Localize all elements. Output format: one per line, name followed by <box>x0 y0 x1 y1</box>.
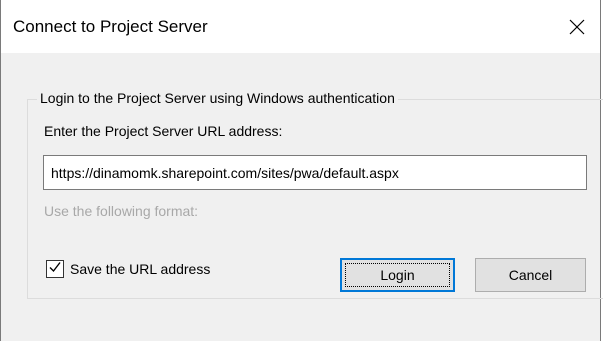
format-hint: Use the following format: <box>44 203 199 219</box>
group-legend: Login to the Project Server using Window… <box>37 90 398 106</box>
title-bar[interactable]: Connect to Project Server <box>1 0 600 53</box>
close-button[interactable] <box>554 0 600 53</box>
focus-rectangle <box>345 263 450 287</box>
cancel-button[interactable]: Cancel <box>475 258 586 292</box>
close-icon <box>569 19 585 35</box>
url-label: Enter the Project Server URL address: <box>44 123 283 139</box>
checkmark-icon <box>48 260 62 279</box>
save-url-label[interactable]: Save the URL address <box>70 261 210 277</box>
cancel-button-label: Cancel <box>508 267 553 283</box>
window-title: Connect to Project Server <box>13 17 208 36</box>
save-url-checkbox[interactable] <box>46 260 64 278</box>
url-input[interactable] <box>43 155 587 190</box>
dialog-window: Connect to Project Server Login to the P… <box>0 0 603 341</box>
login-button[interactable]: Login <box>340 258 455 292</box>
